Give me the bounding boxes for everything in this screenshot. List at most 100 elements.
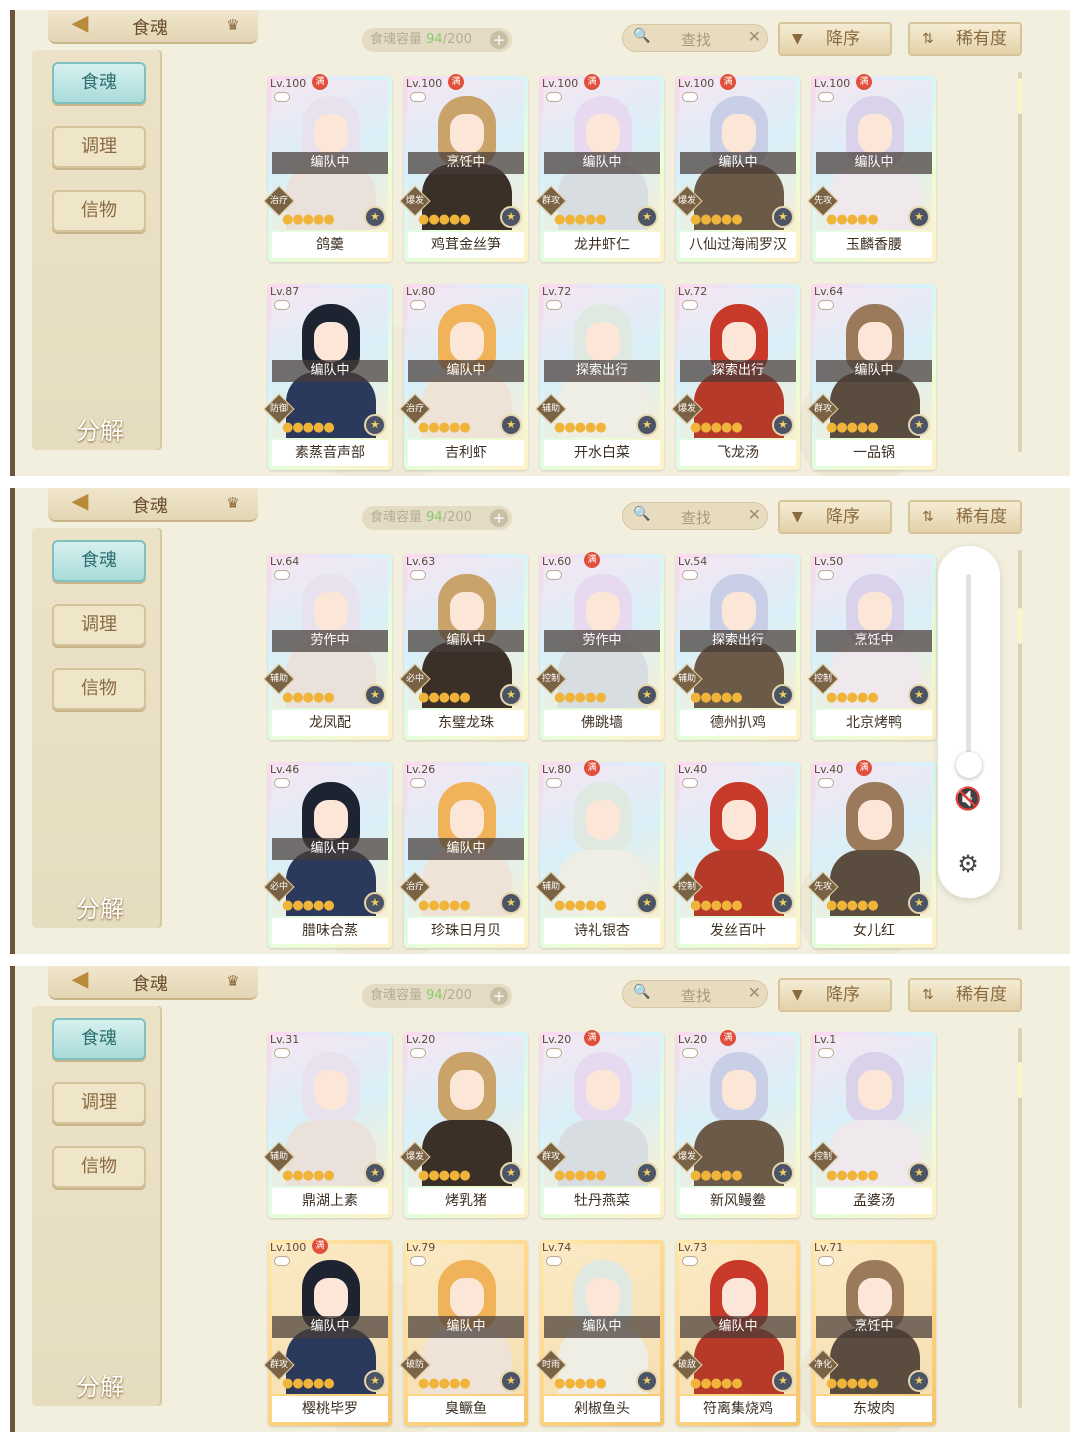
character-card[interactable]: Lv.100 满编队中 爆发 ●●●●● ★ 八仙过海闹罗汉 bbox=[671, 74, 800, 262]
search-box[interactable]: 🔍 查找 ✕ bbox=[622, 980, 768, 1008]
character-card[interactable]: Lv.100 满编队中 治疗 ●●●●● ★ 鸽羹 bbox=[263, 74, 392, 262]
character-card[interactable]: Lv.80 满辅助 ●●●●● ★ 诗礼银杏 bbox=[535, 760, 664, 948]
crown-icon[interactable]: ♛ bbox=[222, 494, 244, 512]
add-capacity-button[interactable]: + bbox=[490, 987, 508, 1005]
character-card[interactable]: Lv.54 探索出行 辅助 ●●●●● ★ 德州扒鸡 bbox=[671, 554, 800, 740]
scroll-thumb[interactable] bbox=[1018, 608, 1022, 644]
lock-toggle-icon[interactable] bbox=[682, 1048, 698, 1058]
decompose-button[interactable]: 分解 bbox=[62, 1352, 138, 1422]
character-card[interactable]: Lv.87 编队中 防御 ●●●●● ★ 素蒸音声部 bbox=[263, 284, 392, 470]
lock-toggle-icon[interactable] bbox=[818, 1048, 834, 1058]
crown-icon[interactable]: ♛ bbox=[222, 972, 244, 990]
character-card[interactable]: Lv.72 探索出行 辅助 ●●●●● ★ 开水白菜 bbox=[535, 284, 664, 470]
back-arrow-icon[interactable]: ◀ bbox=[62, 12, 98, 36]
sidebar-tab-soul[interactable]: 食魂 bbox=[52, 1018, 146, 1060]
add-capacity-button[interactable]: + bbox=[490, 509, 508, 527]
character-card[interactable]: Lv.26 编队中 治疗 ●●●●● ★ 珍珠日月贝 bbox=[399, 762, 528, 948]
lock-toggle-icon[interactable] bbox=[274, 92, 290, 102]
search-box[interactable]: 🔍 查找 ✕ bbox=[622, 502, 768, 530]
scroll-thumb[interactable] bbox=[1018, 78, 1022, 114]
character-card[interactable]: Lv.20 爆发 ●●●●● ★ 烤乳猪 bbox=[399, 1032, 528, 1218]
character-card[interactable]: Lv.50 烹饪中 控制 ●●●●● ★ 北京烤鸭 bbox=[807, 554, 936, 740]
crown-icon[interactable]: ♛ bbox=[222, 16, 244, 34]
clear-icon[interactable]: ✕ bbox=[748, 505, 761, 524]
character-card[interactable]: Lv.20 满爆发 ●●●●● ★ 新风鳗鲞 bbox=[671, 1030, 800, 1218]
clear-icon[interactable]: ✕ bbox=[748, 27, 761, 46]
sort-order-button[interactable]: ▼ 降序 bbox=[778, 500, 892, 534]
lock-toggle-icon[interactable] bbox=[818, 92, 834, 102]
search-box[interactable]: 🔍 查找 ✕ bbox=[622, 24, 768, 52]
gear-icon[interactable]: ⚙ bbox=[952, 848, 984, 880]
character-card[interactable]: Lv.100 满编队中 群攻 ●●●●● ★ 樱桃毕罗 bbox=[263, 1238, 392, 1426]
sort-order-button[interactable]: ▼ 降序 bbox=[778, 978, 892, 1012]
lock-toggle-icon[interactable] bbox=[682, 570, 698, 580]
lock-toggle-icon[interactable] bbox=[546, 570, 562, 580]
lock-toggle-icon[interactable] bbox=[274, 570, 290, 580]
lock-toggle-icon[interactable] bbox=[410, 300, 426, 310]
add-capacity-button[interactable]: + bbox=[490, 31, 508, 49]
lock-toggle-icon[interactable] bbox=[274, 1048, 290, 1058]
clear-icon[interactable]: ✕ bbox=[748, 983, 761, 1002]
lock-toggle-icon[interactable] bbox=[274, 778, 290, 788]
character-card[interactable]: Lv.1 控制 ●●●●● ★ 孟婆汤 bbox=[807, 1032, 936, 1218]
lock-toggle-icon[interactable] bbox=[818, 1256, 834, 1266]
character-card[interactable]: Lv.100 满烹饪中 爆发 ●●●●● ★ 鸡茸金丝笋 bbox=[399, 74, 528, 262]
sidebar-tab-token[interactable]: 信物 bbox=[52, 668, 146, 710]
scrollbar[interactable] bbox=[1018, 1028, 1022, 1408]
lock-toggle-icon[interactable] bbox=[682, 92, 698, 102]
character-card[interactable]: Lv.100 满编队中 群攻 ●●●●● ★ 龙井虾仁 bbox=[535, 74, 664, 262]
lock-toggle-icon[interactable] bbox=[546, 92, 562, 102]
lock-toggle-icon[interactable] bbox=[410, 92, 426, 102]
lock-toggle-icon[interactable] bbox=[818, 778, 834, 788]
character-card[interactable]: Lv.40 控制 ●●●●● ★ 发丝百叶 bbox=[671, 762, 800, 948]
lock-toggle-icon[interactable] bbox=[546, 300, 562, 310]
sidebar-tab-token[interactable]: 信物 bbox=[52, 1146, 146, 1188]
sidebar-tab-soul[interactable]: 食魂 bbox=[52, 62, 146, 104]
lock-toggle-icon[interactable] bbox=[410, 778, 426, 788]
decompose-button[interactable]: 分解 bbox=[62, 874, 138, 944]
lock-toggle-icon[interactable] bbox=[682, 300, 698, 310]
character-card[interactable]: Lv.31 辅助 ●●●●● ★ 鼎湖上素 bbox=[263, 1032, 392, 1218]
character-card[interactable]: Lv.80 编队中 治疗 ●●●●● ★ 吉利虾 bbox=[399, 284, 528, 470]
character-card[interactable]: Lv.64 编队中 群攻 ●●●●● ★ 一品锅 bbox=[807, 284, 936, 470]
lock-toggle-icon[interactable] bbox=[546, 778, 562, 788]
lock-toggle-icon[interactable] bbox=[274, 300, 290, 310]
lock-toggle-icon[interactable] bbox=[682, 1256, 698, 1266]
sidebar-tab-cook[interactable]: 调理 bbox=[52, 604, 146, 646]
character-card[interactable]: Lv.63 编队中 必中 ●●●●● ★ 东璧龙珠 bbox=[399, 554, 528, 740]
lock-toggle-icon[interactable] bbox=[410, 1048, 426, 1058]
lock-toggle-icon[interactable] bbox=[546, 1256, 562, 1266]
sort-by-button[interactable]: ⇅ 稀有度 bbox=[908, 500, 1022, 534]
character-card[interactable]: Lv.71 烹饪中 净化 ●●●●● ★ 东坡肉 bbox=[807, 1240, 936, 1426]
character-card[interactable]: Lv.46 编队中 必中 ●●●●● ★ 腊味合蒸 bbox=[263, 762, 392, 948]
lock-toggle-icon[interactable] bbox=[546, 1048, 562, 1058]
sidebar-tab-token[interactable]: 信物 bbox=[52, 190, 146, 232]
character-card[interactable]: Lv.60 满劳作中 控制 ●●●●● ★ 佛跳墙 bbox=[535, 552, 664, 740]
character-card[interactable]: Lv.73 编队中 破敌 ●●●●● ★ 符离集烧鸡 bbox=[671, 1240, 800, 1426]
character-card[interactable]: Lv.74 编队中 时雨 ●●●●● ★ 剁椒鱼头 bbox=[535, 1240, 664, 1426]
back-arrow-icon[interactable]: ◀ bbox=[62, 968, 98, 992]
sidebar-tab-soul[interactable]: 食魂 bbox=[52, 540, 146, 582]
lock-toggle-icon[interactable] bbox=[410, 570, 426, 580]
sidebar-tab-cook[interactable]: 调理 bbox=[52, 126, 146, 168]
lock-toggle-icon[interactable] bbox=[274, 1256, 290, 1266]
character-card[interactable]: Lv.40 满先攻 ●●●●● ★ 女儿红 bbox=[807, 760, 936, 948]
scroll-thumb[interactable] bbox=[1018, 1062, 1022, 1098]
mute-icon[interactable]: 🔇 bbox=[952, 784, 984, 816]
sort-by-button[interactable]: ⇅ 稀有度 bbox=[908, 22, 1022, 56]
lock-toggle-icon[interactable] bbox=[818, 570, 834, 580]
lock-toggle-icon[interactable] bbox=[818, 300, 834, 310]
character-card[interactable]: Lv.64 劳作中 辅助 ●●●●● ★ 龙凤配 bbox=[263, 554, 392, 740]
character-card[interactable]: Lv.20 满群攻 ●●●●● ★ 牡丹燕菜 bbox=[535, 1030, 664, 1218]
character-card[interactable]: Lv.79 编队中 破防 ●●●●● ★ 臭鳜鱼 bbox=[399, 1240, 528, 1426]
character-card[interactable]: Lv.100 满编队中 先攻 ●●●●● ★ 玉麟香腰 bbox=[807, 74, 936, 262]
back-arrow-icon[interactable]: ◀ bbox=[62, 490, 98, 514]
sort-order-button[interactable]: ▼ 降序 bbox=[778, 22, 892, 56]
sidebar-tab-cook[interactable]: 调理 bbox=[52, 1082, 146, 1124]
scrollbar[interactable] bbox=[1018, 72, 1022, 452]
volume-slider-track[interactable] bbox=[966, 574, 971, 768]
decompose-button[interactable]: 分解 bbox=[62, 396, 138, 466]
lock-toggle-icon[interactable] bbox=[410, 1256, 426, 1266]
volume-slider-knob[interactable] bbox=[956, 752, 982, 778]
character-card[interactable]: Lv.72 探索出行 爆发 ●●●●● ★ 飞龙汤 bbox=[671, 284, 800, 470]
